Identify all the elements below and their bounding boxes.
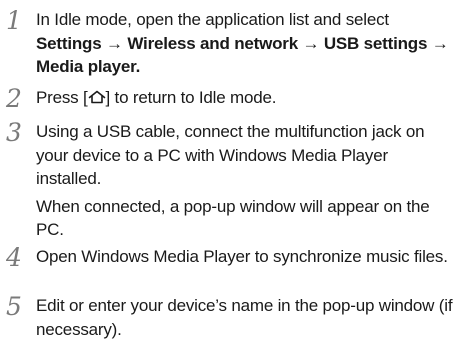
step-text-before: Press [ bbox=[36, 88, 88, 107]
step-text-after: ] to return to Idle mode. bbox=[105, 88, 277, 107]
step-paragraph: Using a USB cable, connect the multifunc… bbox=[36, 122, 425, 188]
path-arrow: → bbox=[106, 33, 123, 53]
instruction-steps: 1 In Idle mode, open the application lis… bbox=[0, 0, 458, 340]
step-text: Using a USB cable, connect the multifunc… bbox=[36, 120, 456, 242]
menu-path-settings: Settings bbox=[36, 33, 102, 53]
step-number: 4 bbox=[6, 243, 22, 272]
step-text: In Idle mode, open the application list … bbox=[36, 8, 456, 79]
step-text: Press [ ] to return to Idle mode. bbox=[36, 86, 456, 110]
menu-path-media: Media player bbox=[36, 57, 136, 76]
step-paragraph: When connected, a pop-up window will app… bbox=[36, 196, 430, 240]
step-number: 2 bbox=[6, 84, 22, 113]
menu-path-usb: USB settings bbox=[323, 33, 428, 53]
step-number: 3 bbox=[6, 118, 22, 147]
path-arrow: → bbox=[431, 33, 449, 53]
path-end: . bbox=[135, 57, 141, 76]
step-intro: In Idle mode, open the application list … bbox=[36, 10, 389, 29]
step-text: Open Windows Media Player to synchronize… bbox=[36, 247, 448, 266]
menu-path-wireless: Wireless and network bbox=[127, 33, 298, 53]
home-key-icon bbox=[88, 90, 106, 104]
step-number: 1 bbox=[6, 6, 22, 35]
path-arrow: → bbox=[302, 33, 320, 53]
step-number: 5 bbox=[6, 292, 22, 321]
step-text: Edit or enter your device’s name in the … bbox=[36, 296, 453, 339]
